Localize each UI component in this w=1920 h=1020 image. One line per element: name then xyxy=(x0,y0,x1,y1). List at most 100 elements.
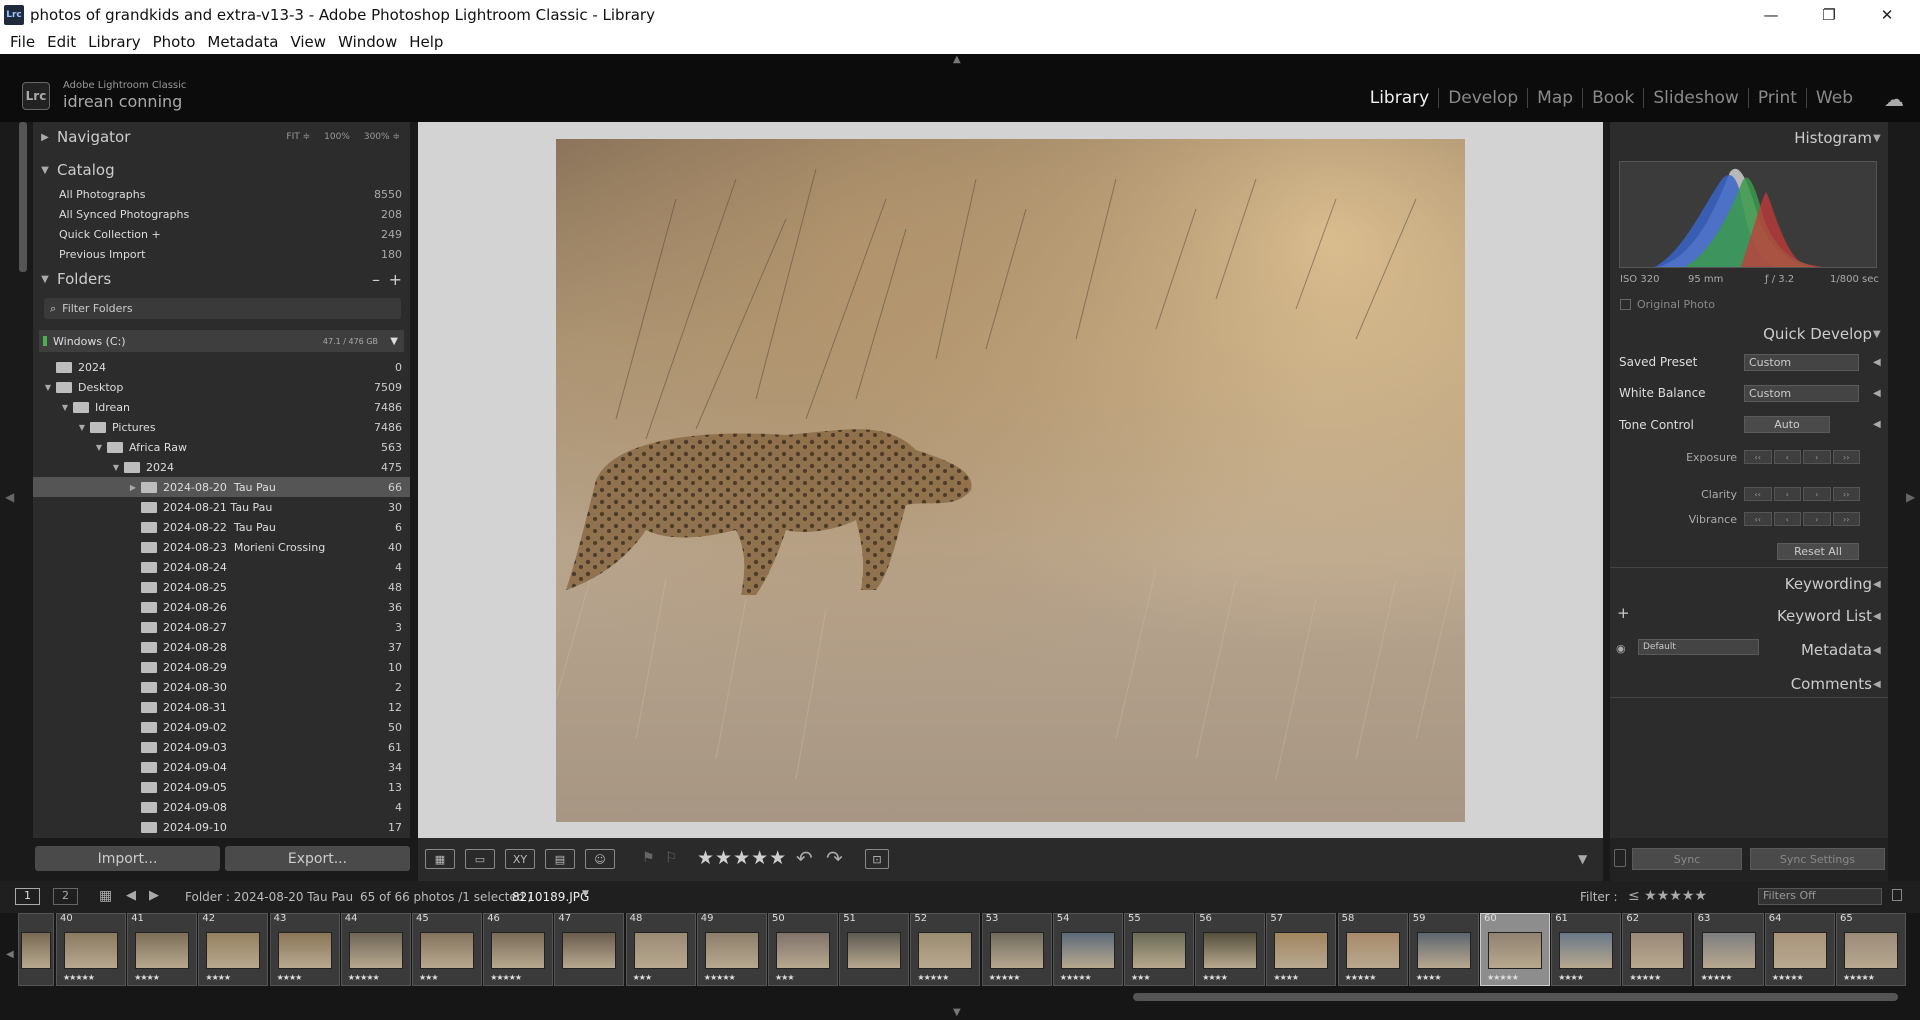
step-down-large[interactable]: ‹‹ xyxy=(1744,450,1772,464)
step-up[interactable]: › xyxy=(1803,512,1831,526)
folder-row[interactable]: ▼ Desktop 7509 xyxy=(33,377,410,397)
folder-expand-icon[interactable]: ▼ xyxy=(111,463,121,472)
folder-row[interactable]: 2024-09-03 61 xyxy=(33,737,410,757)
photo-thumbnail[interactable] xyxy=(206,932,261,969)
filmstrip-cell[interactable]: 50 ★★★ xyxy=(768,913,838,986)
catalog-previous-import[interactable]: Previous Import 180 xyxy=(33,244,410,264)
minimize-button[interactable]: — xyxy=(1742,0,1800,29)
filter-preset-select[interactable]: Filters Off xyxy=(1758,888,1882,905)
filmstrip-cell[interactable]: 58 ★★★★★ xyxy=(1337,913,1408,986)
filmstrip-scroll-left-icon[interactable]: ◀ xyxy=(6,949,14,960)
photo-thumbnail[interactable] xyxy=(1772,932,1827,969)
folder-row[interactable]: 2024-09-08 4 xyxy=(33,797,410,817)
sync-settings-button[interactable]: Sync Settings xyxy=(1750,848,1885,870)
filmstrip-cell[interactable]: 42 ★★★★ xyxy=(198,913,269,986)
secondary-window-button[interactable]: 2 xyxy=(53,888,78,905)
module-print[interactable]: Print xyxy=(1747,88,1806,108)
comments-expand-icon[interactable]: ◀ xyxy=(1873,679,1881,690)
add-keyword-button[interactable]: + xyxy=(1617,604,1630,622)
photo-thumbnail[interactable] xyxy=(562,932,617,969)
filmstrip-cell[interactable]: 41 ★★★★ xyxy=(127,913,198,986)
step-down[interactable]: ‹ xyxy=(1773,487,1801,501)
filmstrip-cell[interactable]: 56 ★★★★ xyxy=(1195,913,1266,986)
folder-row[interactable]: 2024-08-22 Tau Pau 6 xyxy=(33,517,410,537)
zoom-300[interactable]: 300% ≑ xyxy=(364,132,400,142)
star-rating[interactable]: ★★★★★ xyxy=(697,847,787,869)
menu-window[interactable]: Window xyxy=(338,33,397,51)
folder-row[interactable]: 2024-08-21 Tau Pau 30 xyxy=(33,497,410,517)
folder-row[interactable]: 2024-08-28 37 xyxy=(33,637,410,657)
photo-thumbnail[interactable] xyxy=(633,932,688,969)
volume-dropdown-icon[interactable]: ▼ xyxy=(390,336,398,347)
filmstrip-cell[interactable]: 65 ★★★★★ xyxy=(1836,913,1906,986)
keywording-expand-icon[interactable]: ◀ xyxy=(1873,579,1881,590)
menu-edit[interactable]: Edit xyxy=(47,33,76,51)
photo-thumbnail[interactable] xyxy=(491,932,546,969)
filmstrip-cell[interactable]: 60 ★★★★★ xyxy=(1480,913,1550,986)
catalog-all-synced[interactable]: All Synced Photographs 208 xyxy=(33,204,410,224)
filmstrip-cell[interactable]: 46 ★★★★★ xyxy=(483,913,554,986)
photo-thumbnail[interactable] xyxy=(1132,932,1186,969)
photo-thumbnail[interactable] xyxy=(1559,932,1614,969)
menu-view[interactable]: View xyxy=(290,33,326,51)
photo-thumbnail[interactable] xyxy=(1274,932,1329,969)
folder-row[interactable]: 2024-08-26 36 xyxy=(33,597,410,617)
keywording-title[interactable]: Keywording xyxy=(1785,575,1872,593)
filmstrip-cell[interactable]: 63 ★★★★★ xyxy=(1693,913,1764,986)
filmstrip-cell[interactable]: 49 ★★★★★ xyxy=(696,913,767,986)
flag-reject-icon[interactable]: ⚐ xyxy=(665,850,678,866)
collapse-left-panel-icon[interactable]: ◀ xyxy=(5,490,14,504)
menu-metadata[interactable]: Metadata xyxy=(207,33,278,51)
filmstrip-cell[interactable]: 61 ★★★★ xyxy=(1551,913,1622,986)
keyword-list-title[interactable]: Keyword List xyxy=(1777,607,1872,625)
folder-row[interactable]: 2024-08-25 48 xyxy=(33,577,410,597)
catalog-header[interactable]: ▼ Catalog xyxy=(33,157,410,183)
quick-develop-collapse-icon[interactable]: ▼ xyxy=(1873,329,1881,340)
menu-help[interactable]: Help xyxy=(409,33,443,51)
folder-row[interactable]: ▼ 2024 475 xyxy=(33,457,410,477)
flag-pick-icon[interactable]: ⚑ xyxy=(642,850,655,866)
step-up[interactable]: › xyxy=(1803,450,1831,464)
photo-thumbnail[interactable] xyxy=(21,932,51,969)
folder-row[interactable]: 2024-08-31 12 xyxy=(33,697,410,717)
module-map[interactable]: Map xyxy=(1527,88,1582,108)
step-up-large[interactable]: ›› xyxy=(1832,512,1860,526)
filmstrip-cell[interactable]: 43 ★★★★ xyxy=(269,913,340,986)
folder-row[interactable]: 2024 0 xyxy=(33,357,410,377)
white-balance-select[interactable]: Custom xyxy=(1744,385,1859,402)
grid-view-icon[interactable]: ▦ xyxy=(425,849,455,869)
menu-photo[interactable]: Photo xyxy=(153,33,196,51)
histogram-collapse-icon[interactable]: ▼ xyxy=(1873,133,1881,144)
photo-thumbnail[interactable] xyxy=(1844,932,1898,969)
folder-row[interactable]: 2024-09-10 17 xyxy=(33,817,410,837)
module-book[interactable]: Book xyxy=(1582,88,1643,108)
histogram-title[interactable]: Histogram xyxy=(1794,129,1872,147)
zoom-fit[interactable]: FIT ≑ xyxy=(286,132,310,142)
module-develop[interactable]: Develop xyxy=(1438,88,1527,108)
filmstrip-cell[interactable] xyxy=(18,913,54,986)
cloud-sync-icon[interactable]: ☁ xyxy=(1884,87,1904,111)
photo-thumbnail[interactable] xyxy=(989,932,1044,969)
folder-expand-icon[interactable]: ▼ xyxy=(94,443,104,452)
navigator-header[interactable]: ▶ Navigator FIT ≑ 100% 300% ≑ xyxy=(33,124,410,150)
zoom-100[interactable]: 100% xyxy=(324,132,350,142)
filter-folders-input[interactable]: ⌕ Filter Folders xyxy=(44,298,401,319)
photo-thumbnail[interactable] xyxy=(1060,932,1115,969)
filmstrip-cell[interactable]: 45 ★★★ xyxy=(412,913,482,986)
folder-row[interactable]: 2024-08-30 2 xyxy=(33,677,410,697)
filmstrip-cell[interactable]: 47 xyxy=(554,913,625,986)
remove-folder-button[interactable]: – xyxy=(372,270,380,289)
folder-expand-icon[interactable]: ▶ xyxy=(128,483,138,492)
close-button[interactable]: ✕ xyxy=(1858,0,1916,29)
folder-row[interactable]: 2024-08-23 Morieni Crossing 40 xyxy=(33,537,410,557)
selected-filename[interactable]: 8210189.JPG xyxy=(512,890,589,904)
filmstrip-cell[interactable]: 62 ★★★★★ xyxy=(1622,913,1693,986)
folder-row[interactable]: 2024-09-05 13 xyxy=(33,777,410,797)
sync-button[interactable]: Sync xyxy=(1632,848,1742,870)
folder-row[interactable]: 2024-08-27 3 xyxy=(33,617,410,637)
metadata-eye-icon[interactable]: ◉ xyxy=(1616,642,1626,655)
photo-thumbnail[interactable] xyxy=(1701,932,1756,969)
left-panel-scrollbar[interactable] xyxy=(19,122,27,272)
rating-filter-operator[interactable]: ≤ ★★★★★ xyxy=(1628,888,1707,904)
step-up-large[interactable]: ›› xyxy=(1832,450,1860,464)
